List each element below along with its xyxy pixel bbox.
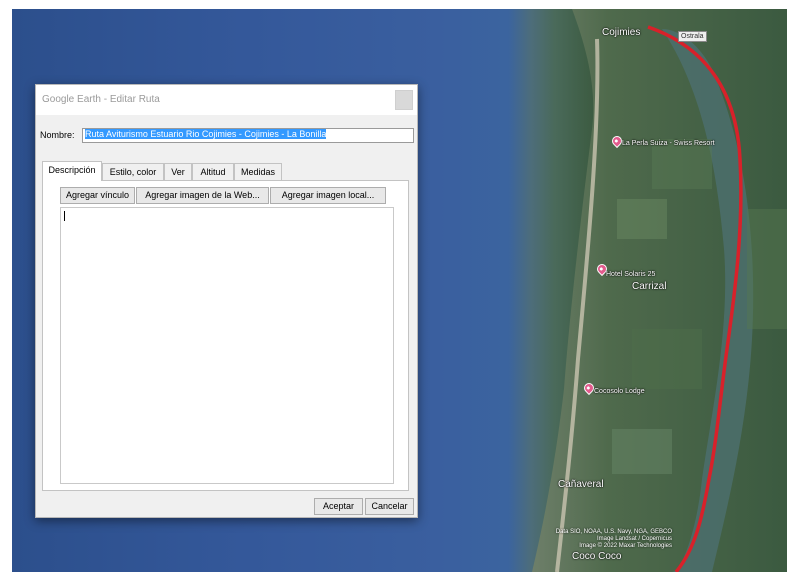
place-canaveral: Cañaveral bbox=[558, 479, 604, 490]
place-coco: Coco Coco bbox=[572, 551, 622, 562]
place-carrizal: Carrizal bbox=[632, 281, 667, 292]
close-button[interactable] bbox=[395, 90, 413, 110]
ok-button[interactable]: Aceptar bbox=[314, 498, 363, 515]
edit-route-dialog: Google Earth - Editar Ruta Nombre: Ruta … bbox=[35, 84, 418, 518]
place-hotel-solaris: Hotel Solaris 25 bbox=[606, 271, 656, 278]
add-link-button[interactable]: Agregar vínculo bbox=[60, 187, 135, 204]
screen: Cojimies Ostrala La Perla Suiza - Swiss … bbox=[0, 0, 787, 572]
cancel-button[interactable]: Cancelar bbox=[365, 498, 414, 515]
description-panel: Agregar vínculo Agregar imagen de la Web… bbox=[42, 180, 409, 491]
name-field[interactable]: Ruta Aviturismo Estuario Rio Cojimies - … bbox=[82, 128, 414, 143]
map-attribution: Data SIO, NOAA, U.S. Navy, NGA, GEBCO Im… bbox=[502, 529, 672, 550]
tab-descripcion[interactable]: Descripción bbox=[42, 161, 102, 181]
map-logo-top: Ostrala bbox=[678, 31, 707, 42]
place-cocosolo: Cocosolo Lodge bbox=[594, 388, 645, 395]
place-cojimies: Cojimies bbox=[602, 27, 641, 38]
tab-ver[interactable]: Ver bbox=[164, 163, 192, 180]
attribution-line: Data SIO, NOAA, U.S. Navy, NGA, GEBCO bbox=[555, 529, 672, 535]
attribution-line: Image Landsat / Copernicus bbox=[596, 536, 672, 542]
description-textarea[interactable] bbox=[60, 207, 394, 484]
dialog-title: Google Earth - Editar Ruta bbox=[42, 94, 160, 105]
tab-medidas[interactable]: Medidas bbox=[234, 163, 282, 180]
name-field-value: Ruta Aviturismo Estuario Rio Cojimies - … bbox=[85, 129, 327, 139]
add-local-image-button[interactable]: Agregar imagen local... bbox=[270, 187, 386, 204]
attribution-line: Image © 2022 Maxar Technologies bbox=[579, 543, 672, 549]
text-caret bbox=[64, 211, 65, 221]
tab-estilo-color[interactable]: Estilo, color bbox=[102, 163, 164, 180]
place-la-perla: La Perla Suiza - Swiss Resort bbox=[622, 140, 715, 147]
tab-altitud[interactable]: Altitud bbox=[192, 163, 234, 180]
dialog-titlebar[interactable]: Google Earth - Editar Ruta bbox=[36, 85, 417, 115]
add-web-image-button[interactable]: Agregar imagen de la Web... bbox=[136, 187, 269, 204]
name-label: Nombre: bbox=[40, 130, 75, 140]
